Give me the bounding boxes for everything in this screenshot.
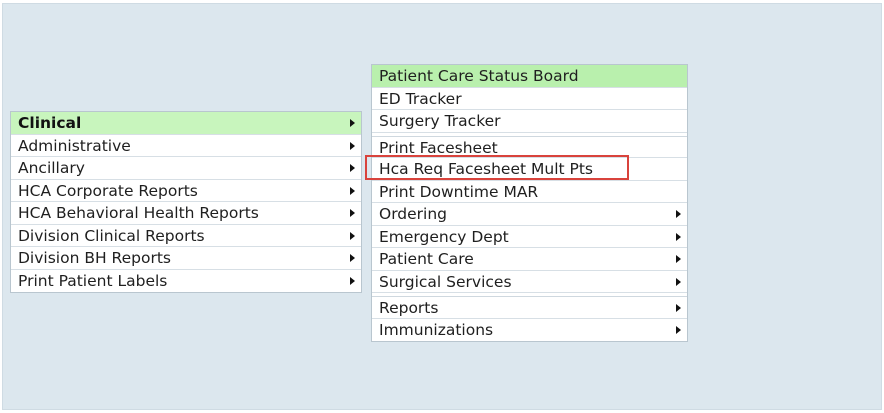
menu-item-label: ED Tracker: [379, 89, 462, 108]
menu-item-ancillary[interactable]: Ancillary: [11, 157, 361, 180]
submenu-item-immunizations[interactable]: Immunizations: [372, 319, 687, 342]
submenu-arrow-icon: [350, 209, 355, 217]
submenu-arrow-icon: [350, 119, 355, 127]
menu-item-label: Clinical: [18, 114, 82, 132]
clinical-submenu: Patient Care Status Board ED Tracker Sur…: [371, 64, 688, 342]
submenu-arrow-icon: [350, 186, 355, 195]
submenu-arrow-icon: [350, 164, 355, 172]
submenu-item-surgical-services[interactable]: Surgical Services: [372, 271, 687, 293]
menu-item-label: Print Downtime MAR: [379, 182, 539, 201]
menu-item-administrative[interactable]: Administrative: [11, 135, 361, 157]
menu-item-label: Surgical Services: [379, 272, 512, 291]
submenu-arrow-icon: [350, 276, 355, 285]
menu-item-label: Ancillary: [18, 159, 85, 177]
menu-item-label: HCA Corporate Reports: [18, 181, 198, 200]
menu-item-hca-corporate-reports[interactable]: HCA Corporate Reports: [11, 180, 361, 202]
submenu-item-print-facesheet[interactable]: Print Facesheet: [372, 135, 687, 158]
submenu-arrow-icon: [676, 255, 681, 263]
submenu-item-ordering[interactable]: Ordering: [372, 203, 687, 226]
submenu-item-emergency-dept[interactable]: Emergency Dept: [372, 226, 687, 248]
submenu-arrow-icon: [350, 141, 355, 150]
submenu-item-hca-req-facesheet-mult-pts[interactable]: Hca Req Facesheet Mult Pts: [372, 158, 687, 181]
submenu-arrow-icon: [676, 325, 681, 334]
menu-item-label: Ordering: [379, 205, 448, 223]
submenu-arrow-icon: [676, 304, 681, 312]
submenu-arrow-icon: [350, 231, 355, 240]
submenu-item-reports[interactable]: Reports: [372, 296, 687, 319]
submenu-arrow-icon: [676, 277, 681, 286]
submenu-arrow-icon: [676, 232, 681, 241]
menu-item-label: Emergency Dept: [379, 227, 509, 246]
menu-item-label: Immunizations: [379, 320, 494, 339]
submenu-item-print-downtime-mar[interactable]: Print Downtime MAR: [372, 181, 687, 203]
submenu-arrow-icon: [676, 210, 681, 218]
main-menu: Clinical Administrative Ancillary HCA Co…: [10, 111, 362, 293]
menu-item-division-clinical-reports[interactable]: Division Clinical Reports: [11, 225, 361, 247]
menu-item-label: Administrative: [18, 136, 131, 155]
submenu-item-patient-care-status-board[interactable]: Patient Care Status Board: [372, 65, 687, 88]
menu-item-hca-behavioral-health-reports[interactable]: HCA Behavioral Health Reports: [11, 202, 361, 225]
submenu-item-ed-tracker[interactable]: ED Tracker: [372, 88, 687, 110]
menu-item-label: Division BH Reports: [18, 249, 172, 267]
menu-item-label: Patient Care Status Board: [379, 67, 579, 85]
menu-item-label: Patient Care: [379, 250, 474, 268]
menu-item-clinical[interactable]: Clinical: [11, 112, 361, 135]
submenu-item-surgery-tracker[interactable]: Surgery Tracker: [372, 110, 687, 133]
menu-item-label: Surgery Tracker: [379, 112, 501, 130]
menu-item-print-patient-labels[interactable]: Print Patient Labels: [11, 270, 361, 293]
menu-item-label: Print Facesheet: [379, 138, 498, 157]
menu-item-label: Division Clinical Reports: [18, 226, 205, 245]
submenu-item-patient-care[interactable]: Patient Care: [372, 248, 687, 271]
menu-item-division-bh-reports[interactable]: Division BH Reports: [11, 247, 361, 270]
menu-item-label: Print Patient Labels: [18, 271, 168, 290]
submenu-arrow-icon: [350, 254, 355, 262]
menu-item-label: Hca Req Facesheet Mult Pts: [379, 160, 594, 178]
menu-item-label: HCA Behavioral Health Reports: [18, 204, 259, 222]
menu-item-label: Reports: [379, 299, 439, 317]
